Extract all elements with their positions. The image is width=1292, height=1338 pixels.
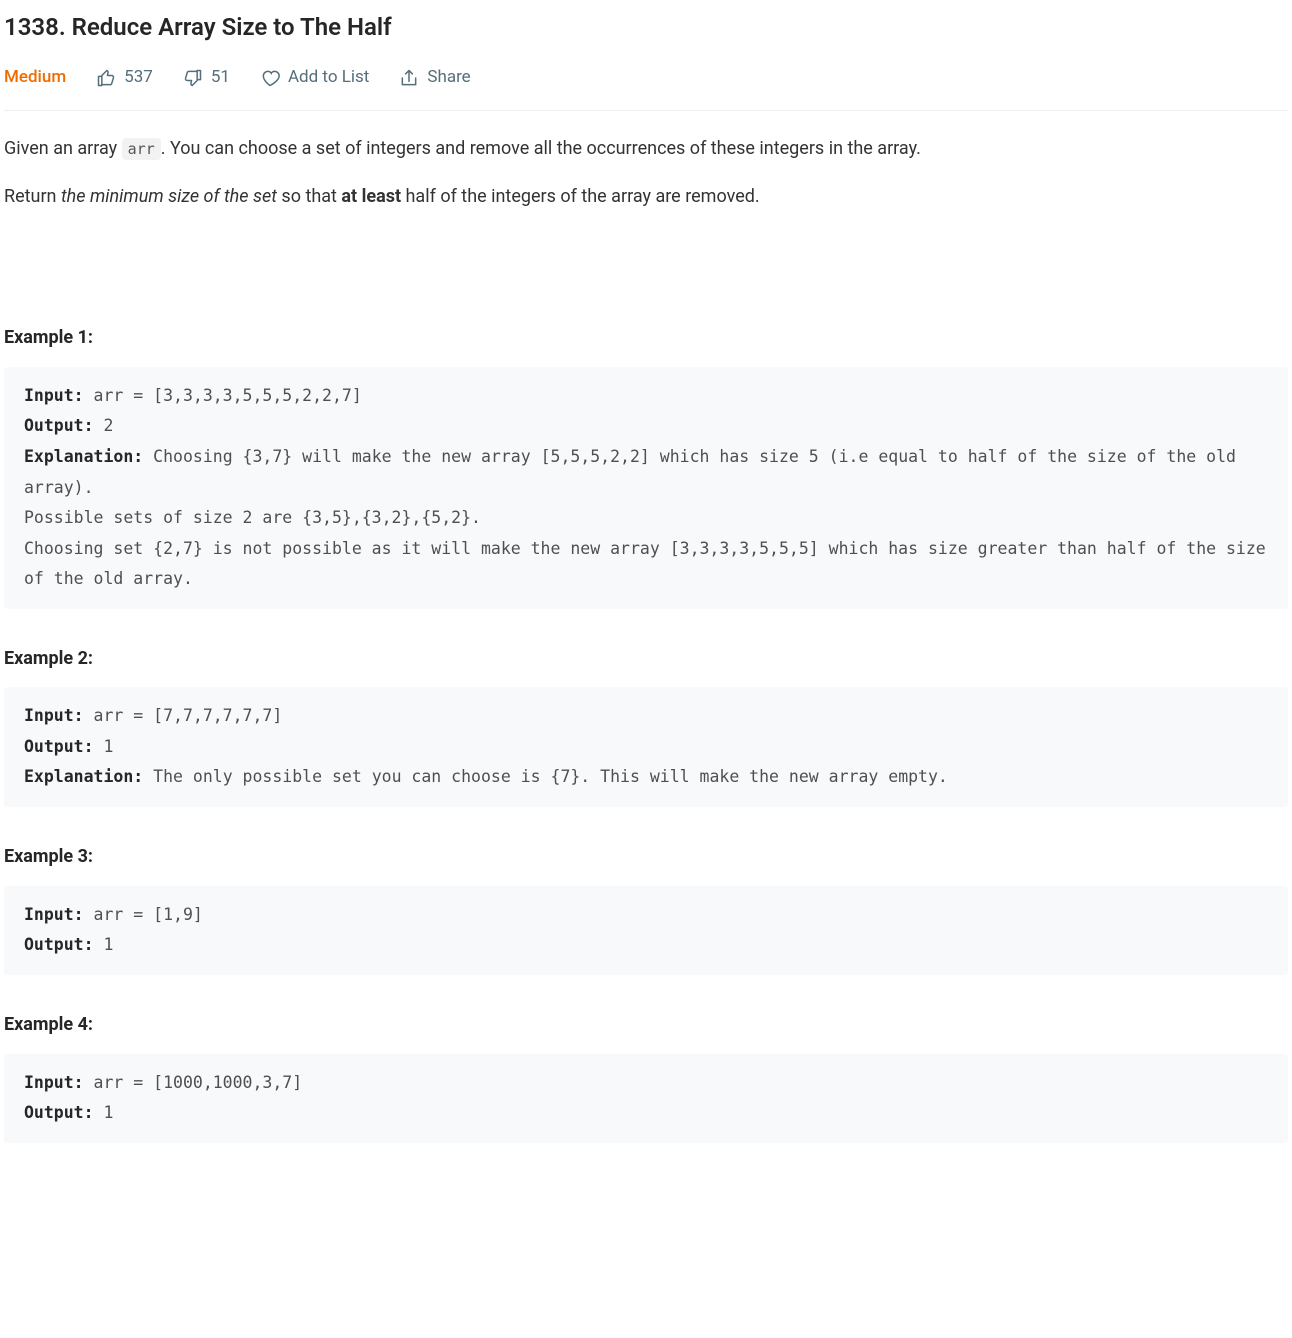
examples-section: Example 1: Input: arr = [3,3,3,3,5,5,5,2,… xyxy=(4,324,1288,1142)
description-paragraph-2: Return the minimum size of the set so th… xyxy=(4,183,1288,212)
add-to-list-label: Add to List xyxy=(288,64,369,91)
share-icon xyxy=(399,68,419,88)
example-title: Example 3: xyxy=(4,843,1288,872)
example-field-label: Input: xyxy=(24,1073,84,1092)
share-button[interactable]: Share xyxy=(399,64,470,91)
thumbs-up-icon xyxy=(96,68,116,88)
example-title: Example 1: xyxy=(4,324,1288,353)
meta-row: Medium 537 51 Add to List Share xyxy=(4,64,1288,110)
example-block: Input: arr = [1,9] Output: 1 xyxy=(4,886,1288,975)
share-label: Share xyxy=(427,64,470,91)
example-block: Input: arr = [3,3,3,3,5,5,5,2,2,7] Outpu… xyxy=(4,367,1288,609)
example-field-label: Explanation: xyxy=(24,767,143,786)
example-field-label: Input: xyxy=(24,706,84,725)
add-to-list-button[interactable]: Add to List xyxy=(260,64,369,91)
example-block: Input: arr = [1000,1000,3,7] Output: 1 xyxy=(4,1054,1288,1143)
problem-title: 1338. Reduce Array Size to The Half xyxy=(4,8,1288,46)
heart-icon xyxy=(260,68,280,88)
description-paragraph-1: Given an array arr. You can choose a set… xyxy=(4,135,1288,164)
example-field-label: Input: xyxy=(24,386,84,405)
upvote-count: 537 xyxy=(124,64,153,91)
example-field-label: Explanation: xyxy=(24,447,143,466)
difficulty-badge: Medium xyxy=(4,64,66,91)
example-field-label: Input: xyxy=(24,905,84,924)
example-field-label: Output: xyxy=(24,416,94,435)
example-field-label: Output: xyxy=(24,1103,94,1122)
thumbs-down-icon xyxy=(183,68,203,88)
example-field-label: Output: xyxy=(24,737,94,756)
inline-code-arr: arr xyxy=(122,138,161,160)
downvote-count: 51 xyxy=(211,64,230,91)
example-field-label: Output: xyxy=(24,935,94,954)
example-title: Example 4: xyxy=(4,1011,1288,1040)
example-title: Example 2: xyxy=(4,645,1288,674)
problem-description: Given an array arr. You can choose a set… xyxy=(4,135,1288,213)
upvote-button[interactable]: 537 xyxy=(96,64,153,91)
example-block: Input: arr = [7,7,7,7,7,7] Output: 1 Exp… xyxy=(4,687,1288,807)
downvote-button[interactable]: 51 xyxy=(183,64,230,91)
